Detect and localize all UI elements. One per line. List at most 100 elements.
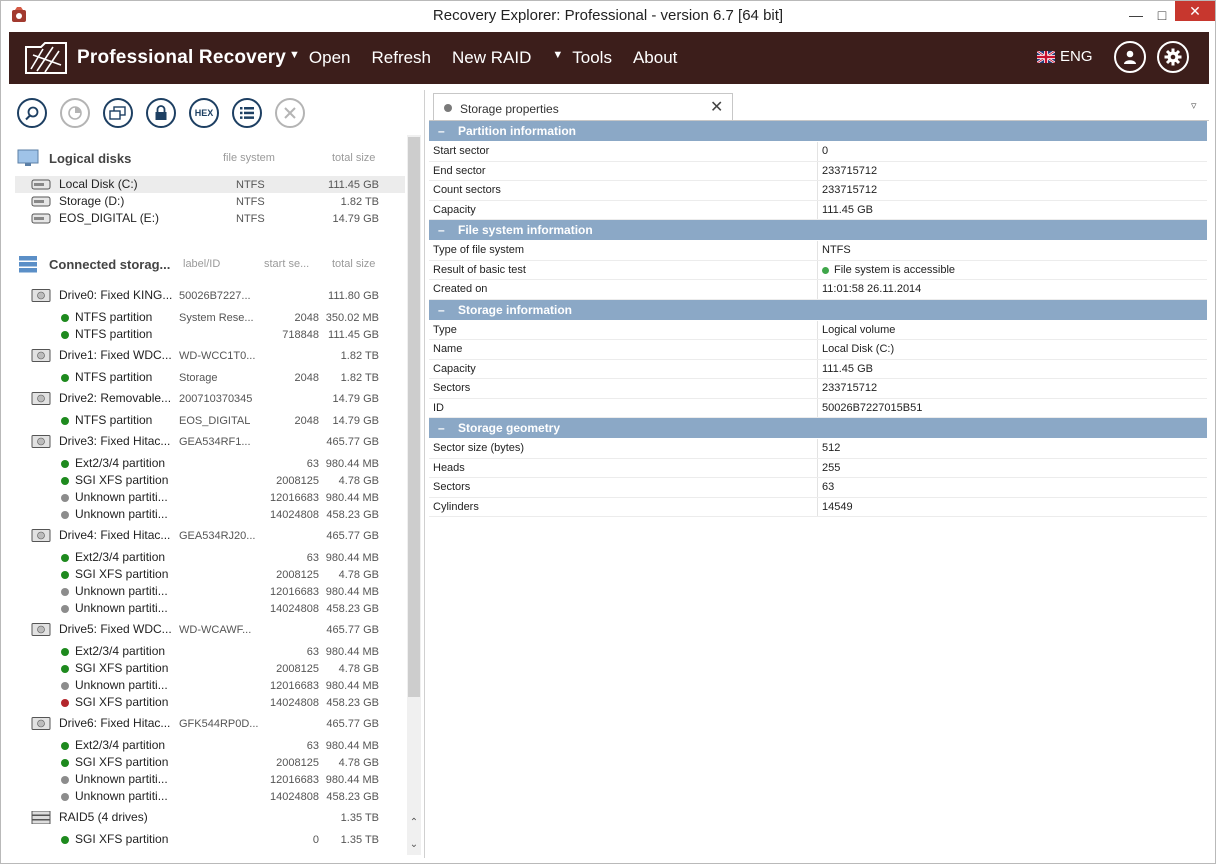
property-value-cell: 50026B7227015B51 (818, 399, 922, 418)
menu-open[interactable]: ▼ Open (289, 48, 350, 68)
maximize-button[interactable]: □ (1149, 1, 1175, 29)
partition-row[interactable]: NTFS partition 718848 111.45 GB (15, 326, 405, 343)
title-bar: Recovery Explorer: Professional - versio… (1, 1, 1215, 32)
collapse-icon[interactable]: – (438, 124, 454, 138)
drive-row[interactable]: Drive1: Fixed WDC... WD-WCC1T0... 1.82 TB (15, 347, 405, 364)
partition-row[interactable]: SGI XFS partition 2008125 4.78 GB (15, 472, 405, 489)
partition-row[interactable]: Ext2/3/4 partition 63 980.44 MB (15, 549, 405, 566)
property-key: Heads (429, 458, 818, 477)
storage-size: 111.45 GB (328, 329, 379, 341)
property-row[interactable]: ID 50026B7227015B51 (429, 398, 1207, 418)
partition-row[interactable]: SGI XFS partition 2008125 4.78 GB (15, 660, 405, 677)
collapse-icon[interactable]: – (438, 223, 454, 237)
collapse-icon[interactable]: – (438, 421, 454, 435)
hex-button[interactable]: HEX (189, 98, 219, 128)
menu-tools[interactable]: ▼ Tools (552, 48, 612, 68)
col-label-id[interactable]: label/ID (183, 258, 220, 270)
close-storage-button[interactable] (275, 98, 305, 128)
property-row[interactable]: Cylinders 14549 (429, 497, 1207, 517)
col-total-size[interactable]: total size (332, 152, 375, 164)
partition-row[interactable]: NTFS partition EOS_DIGITAL 2048 14.79 GB (15, 412, 405, 429)
language-selector[interactable]: ENG (1037, 48, 1093, 65)
property-row[interactable]: Created on 11:01:58 26.11.2014 (429, 280, 1207, 300)
property-value-cell: 111.45 GB (818, 360, 873, 379)
property-row[interactable]: Capacity 111.45 GB (429, 359, 1207, 379)
scrollbar[interactable]: ⌃ ⌄ (407, 135, 421, 855)
partition-row[interactable]: NTFS partition Storage 2048 1.82 TB (15, 369, 405, 386)
logical-disk-row[interactable]: Storage (D:) NTFS 1.82 TB (15, 193, 405, 210)
tab-storage-properties[interactable]: Storage properties ✕ (433, 93, 733, 121)
menu-about[interactable]: About (633, 48, 677, 68)
partition-row[interactable]: SGI XFS partition 0 1.35 TB (15, 831, 405, 848)
property-row[interactable]: Name Local Disk (C:) (429, 340, 1207, 360)
property-value: Logical volume (822, 323, 896, 336)
scroll-down-icon[interactable]: ⌄ (407, 839, 421, 850)
partition-row[interactable]: Unknown partiti... 12016683 980.44 MB (15, 677, 405, 694)
drive-row[interactable]: Drive3: Fixed Hitac... GEA534RF1... 465.77… (15, 433, 405, 450)
property-key: Sectors (429, 478, 818, 497)
property-section-header[interactable]: – Storage information (429, 299, 1207, 321)
property-row[interactable]: Type of file system NTFS (429, 241, 1207, 261)
close-window-button[interactable]: ✕ (1175, 1, 1215, 21)
raid-row[interactable]: RAID5 (4 drives) 1.35 TB (15, 809, 405, 826)
partition-row[interactable]: Ext2/3/4 partition 63 980.44 MB (15, 643, 405, 660)
tab-close-icon[interactable]: ✕ (710, 97, 723, 117)
property-row[interactable]: Sector size (bytes) 512 (429, 439, 1207, 459)
partition-row[interactable]: SGI XFS partition 2008125 4.78 GB (15, 566, 405, 583)
property-row[interactable]: Heads 255 (429, 458, 1207, 478)
tab-menu-icon[interactable]: ▿ (1191, 99, 1197, 112)
scroll-up-icon[interactable]: ⌃ (407, 817, 421, 828)
minimize-button[interactable]: — (1123, 1, 1149, 29)
property-section-header[interactable]: – Partition information (429, 121, 1207, 142)
property-section-header[interactable]: – Storage geometry (429, 418, 1207, 439)
collapse-icon[interactable]: – (438, 303, 454, 317)
col-total-size[interactable]: total size (332, 258, 375, 270)
partition-row[interactable]: Unknown partiti... 12016683 980.44 MB (15, 489, 405, 506)
uk-flag-icon (1037, 50, 1055, 63)
storage-name: Drive1: Fixed WDC... (59, 348, 172, 362)
drive-row[interactable]: Drive6: Fixed Hitac... GFK544RP0D... 465.7… (15, 715, 405, 732)
drive-row[interactable]: Drive0: Fixed KING... 50026B7227... 111.80… (15, 287, 405, 304)
partition-row[interactable]: Unknown partiti... 14024808 458.23 GB (15, 788, 405, 805)
scrollbar-thumb[interactable] (408, 137, 420, 697)
drive-row[interactable]: Drive4: Fixed Hitac... GEA534RJ20... 465.7… (15, 527, 405, 544)
property-row[interactable]: End sector 233715712 (429, 161, 1207, 181)
settings-button[interactable] (1157, 41, 1189, 73)
partition-row[interactable]: Ext2/3/4 partition 63 980.44 MB (15, 455, 405, 472)
drive-row[interactable]: Drive5: Fixed WDC... WD-WCAWF... 465.77 GB (15, 621, 405, 638)
property-row[interactable]: Type Logical volume (429, 320, 1207, 340)
storage-size: 980.44 MB (325, 552, 379, 564)
property-row[interactable]: Sectors 63 (429, 478, 1207, 498)
property-section-header[interactable]: – File system information (429, 220, 1207, 241)
storage-name: Unknown partiti... (75, 678, 168, 692)
search-button[interactable] (17, 98, 47, 128)
partition-row[interactable]: SGI XFS partition 14024808 458.23 GB (15, 694, 405, 711)
drive-row[interactable]: Drive2: Removable... 200710370345 14.79 GB (15, 390, 405, 407)
close-icon (284, 107, 296, 119)
list-button[interactable] (232, 98, 262, 128)
scan-button[interactable] (60, 98, 90, 128)
property-row[interactable]: Count sectors 233715712 (429, 181, 1207, 201)
partition-row[interactable]: NTFS partition System Rese... 2048 350.02 M… (15, 309, 405, 326)
col-start-sector[interactable]: start se... (264, 258, 309, 270)
menu-refresh[interactable]: Refresh (371, 48, 431, 68)
create-image-button[interactable] (103, 98, 133, 128)
partition-row[interactable]: Ext2/3/4 partition 63 980.44 MB (15, 737, 405, 754)
property-row[interactable]: Sectors 233715712 (429, 379, 1207, 399)
partition-row[interactable]: Unknown partiti... 12016683 980.44 MB (15, 771, 405, 788)
menu-new-raid[interactable]: New RAID (452, 48, 531, 68)
partition-row[interactable]: Unknown partiti... 12016683 980.44 MB (15, 583, 405, 600)
partition-row[interactable]: Unknown partiti... 14024808 458.23 GB (15, 506, 405, 523)
property-row[interactable]: Result of basic test File system is acces… (429, 260, 1207, 280)
property-row[interactable]: Capacity 111.45 GB (429, 200, 1207, 220)
property-value-cell: 233715712 (818, 379, 877, 398)
logical-disk-row[interactable]: EOS_DIGITAL (E:) NTFS 14.79 GB (15, 210, 405, 227)
logical-disk-row[interactable]: Local Disk (C:) NTFS 111.45 GB (15, 176, 405, 193)
property-row[interactable]: Start sector 0 (429, 142, 1207, 162)
encryption-button[interactable] (146, 98, 176, 128)
partition-row[interactable]: SGI XFS partition 2008125 4.78 GB (15, 754, 405, 771)
property-value: NTFS (822, 244, 851, 256)
col-file-system[interactable]: file system (223, 152, 275, 164)
user-button[interactable] (1114, 41, 1146, 73)
partition-row[interactable]: Unknown partiti... 14024808 458.23 GB (15, 600, 405, 617)
